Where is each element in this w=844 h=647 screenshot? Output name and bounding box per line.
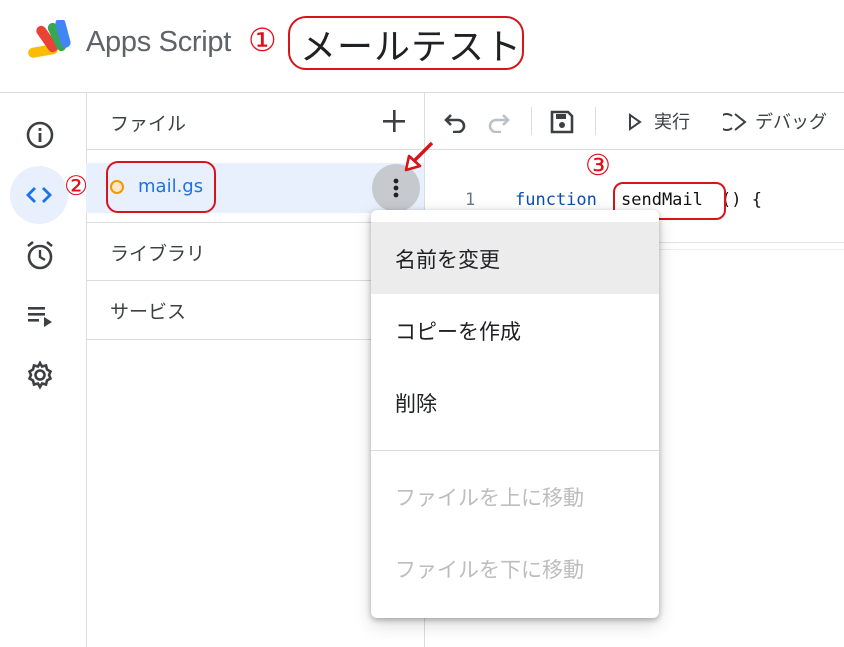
run-button[interactable]: 実行 [654, 108, 690, 134]
save-icon[interactable] [549, 109, 575, 135]
undo-icon[interactable] [443, 109, 469, 133]
files-header: ファイル [86, 93, 424, 150]
menu-item-label: ファイルを下に移動 [395, 558, 584, 582]
gear-icon [27, 360, 53, 390]
add-file-icon[interactable] [378, 105, 410, 137]
menu-item-delete[interactable]: 削除 [371, 366, 659, 438]
menu-item-move-up: ファイルを上に移動 [371, 460, 659, 532]
left-nav-rail: ② [0, 93, 89, 647]
more-vert-icon [393, 178, 399, 198]
annotation-box-file [106, 161, 216, 213]
run-play-icon[interactable] [627, 112, 643, 132]
editor-toolbar: 実行 デバッグ [425, 93, 844, 150]
redo-icon[interactable] [485, 109, 511, 133]
menu-item-label: ファイルを上に移動 [395, 486, 584, 510]
menu-divider [371, 450, 659, 451]
annotation-arrow-icon [404, 141, 434, 172]
toolbar-divider [595, 107, 596, 135]
debug-button[interactable]: デバッグ [755, 108, 827, 134]
rail-item-editor[interactable] [10, 166, 68, 224]
info-icon [26, 121, 54, 149]
menu-item-label: 削除 [395, 392, 437, 416]
line-number: 1 [465, 190, 476, 210]
menu-item-move-down: ファイルを下に移動 [371, 532, 659, 604]
list-play-icon [28, 307, 52, 327]
annotation-number-1: ① [248, 21, 277, 59]
rail-item-overview[interactable] [12, 107, 68, 163]
code-keyword: function [515, 190, 597, 210]
section-services-label: サービス [110, 301, 187, 323]
file-context-menu: 名前を変更 コピーを作成 削除 ファイルを上に移動 ファイルを下に移動 [371, 210, 659, 618]
apps-script-logo-icon[interactable] [26, 20, 76, 66]
menu-item-label: 名前を変更 [395, 248, 500, 272]
rail-item-triggers[interactable] [12, 227, 68, 283]
files-title: ファイル [110, 113, 187, 135]
annotation-number-2: ② [64, 171, 89, 202]
menu-item-make-copy[interactable]: コピーを作成 [371, 294, 659, 366]
rail-item-executions[interactable] [12, 287, 68, 343]
toolbar-divider [531, 107, 532, 135]
app-header: Apps Script ① メールテスト [0, 0, 844, 93]
alarm-icon [27, 240, 53, 270]
menu-item-label: コピーを作成 [395, 320, 521, 344]
menu-item-rename[interactable]: 名前を変更 [371, 222, 659, 294]
annotation-box-project-title [288, 16, 524, 70]
section-libraries-label: ライブラリ [110, 243, 206, 265]
annotation-number-3: ③ [585, 148, 611, 182]
code-icon [26, 187, 52, 203]
code-rest: () { [721, 190, 762, 210]
app-name: Apps Script [86, 26, 231, 58]
debug-icon[interactable] [723, 110, 749, 134]
rail-item-settings[interactable] [12, 347, 68, 403]
